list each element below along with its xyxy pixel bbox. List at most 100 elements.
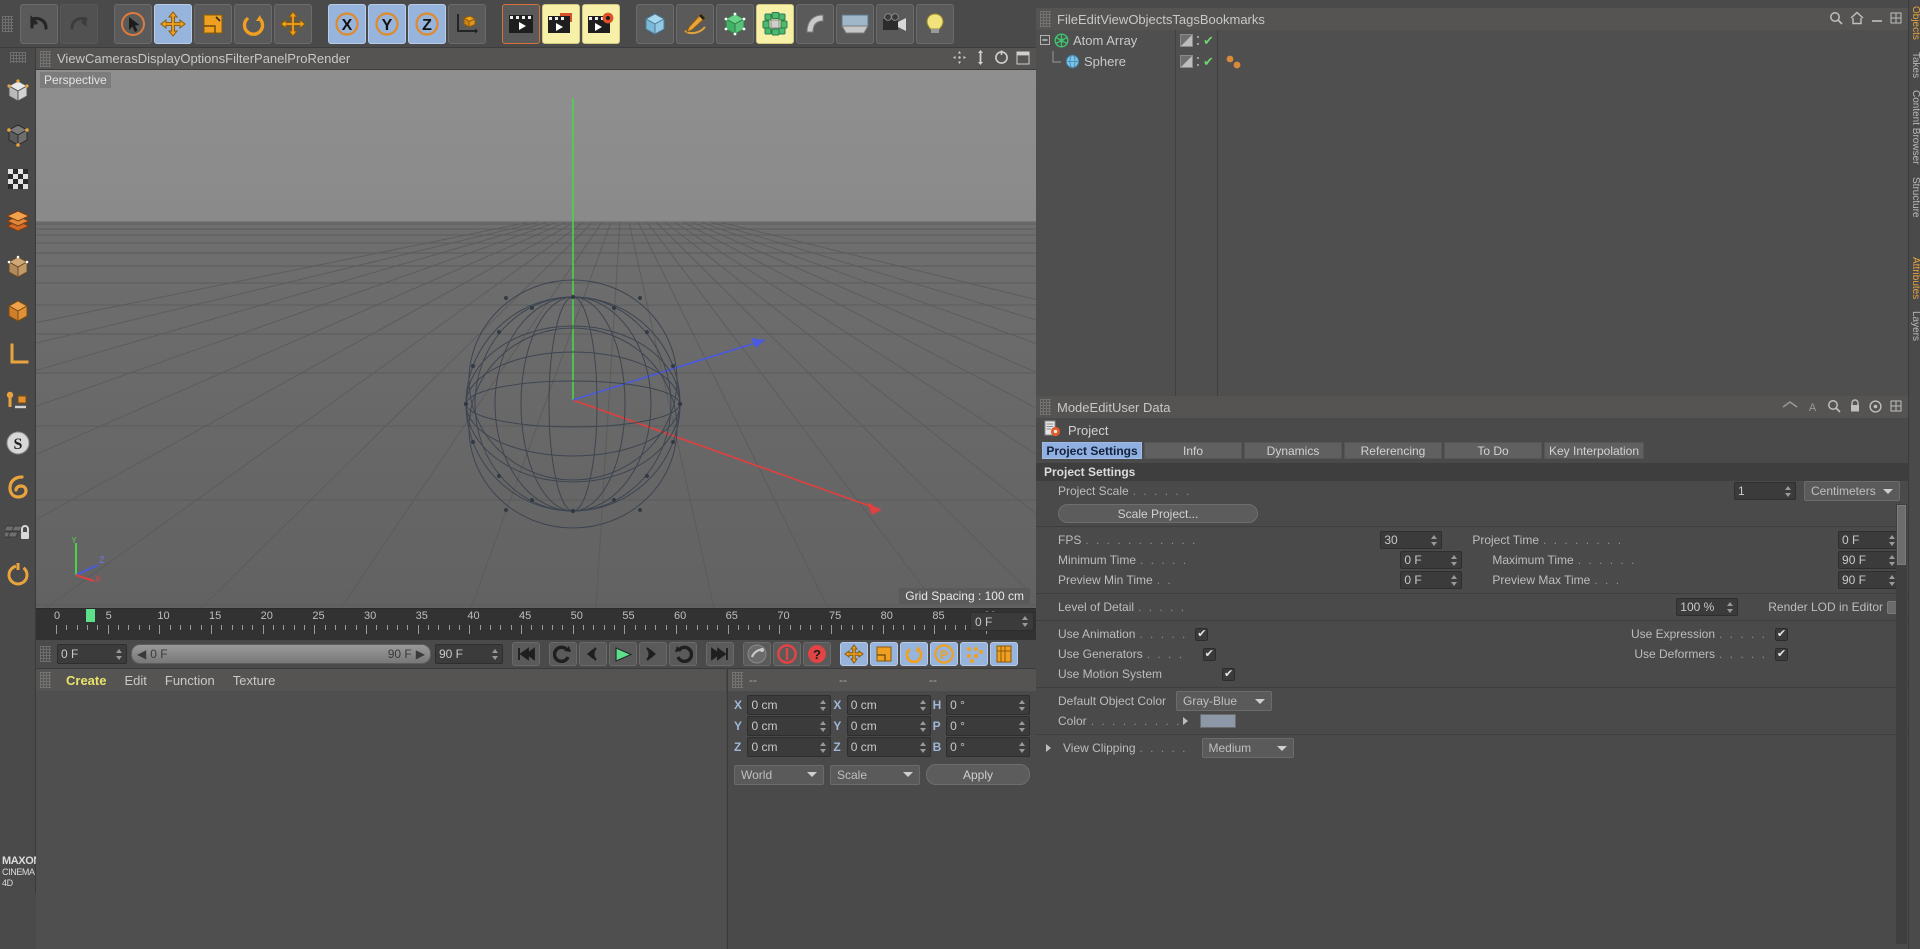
coordinate-mode-select[interactable]: Scale: [830, 764, 920, 785]
level-of-detail-input[interactable]: 100 %: [1676, 598, 1739, 616]
use-generators-checkbox[interactable]: ✔: [1202, 647, 1216, 661]
spinner-icon[interactable]: [1018, 699, 1026, 712]
add-cube-button[interactable]: [636, 3, 674, 44]
enable-axis-button[interactable]: [1, 377, 35, 421]
workplane-button[interactable]: [1, 333, 35, 377]
object-row-atom-array[interactable]: Atom Array: [1036, 30, 1175, 51]
axis-z-lock-button[interactable]: Z: [408, 3, 446, 44]
pan-icon[interactable]: [952, 50, 967, 68]
maximize-icon[interactable]: [1890, 12, 1902, 27]
spinner-icon[interactable]: [919, 741, 927, 754]
search-icon[interactable]: [1827, 399, 1841, 416]
current-frame-input[interactable]: 0 F: [57, 644, 127, 664]
coordinates-gripper[interactable]: [732, 672, 743, 688]
expand-triangle-icon[interactable]: [1182, 717, 1188, 725]
material-list[interactable]: [36, 691, 726, 949]
enable-check-icon[interactable]: ✔: [1203, 55, 1214, 68]
apply-button[interactable]: Apply: [926, 764, 1030, 785]
display-tag-icon[interactable]: [1180, 55, 1193, 68]
range-right-arrow-icon[interactable]: ▶: [416, 647, 425, 661]
snap-toggle-button[interactable]: S: [1, 421, 35, 465]
maximize-icon[interactable]: [1890, 400, 1902, 415]
scrollbar-thumb[interactable]: [1897, 505, 1906, 565]
use-deformers-checkbox[interactable]: ✔: [1775, 647, 1788, 661]
object-row-sphere[interactable]: Sphere: [1036, 51, 1175, 72]
live-selection-button[interactable]: [114, 3, 152, 44]
viewport-menu-options[interactable]: Options: [180, 51, 225, 66]
viewport-menu-prorender[interactable]: ProRender: [287, 51, 350, 66]
axis-x-lock-button[interactable]: X: [328, 3, 366, 44]
spinner-icon[interactable]: [1889, 534, 1896, 547]
toolbar-gripper[interactable]: [2, 15, 13, 32]
rotate-view-icon[interactable]: [994, 50, 1009, 68]
spinner-icon[interactable]: [820, 741, 827, 754]
spinner-icon[interactable]: [919, 720, 927, 733]
spinner-icon[interactable]: [820, 720, 827, 733]
workplane-rotate-button[interactable]: [1, 553, 35, 597]
minimum-time-input[interactable]: 0 F: [1400, 551, 1463, 569]
keyframe-selection-button[interactable]: ?: [803, 642, 831, 666]
scale-key-button[interactable]: [870, 642, 898, 666]
add-deformer-button[interactable]: [796, 3, 834, 44]
spinner-icon[interactable]: [1785, 485, 1792, 498]
world-object-axis-button[interactable]: [448, 3, 486, 44]
move-duplicate-button[interactable]: [274, 3, 312, 44]
goto-end-button[interactable]: [706, 642, 734, 666]
model-mode-button[interactable]: [1, 113, 35, 157]
coord-rot-b-input[interactable]: 0 °: [946, 737, 1030, 757]
project-time-input[interactable]: 0 F: [1838, 531, 1900, 549]
undo-button[interactable]: [20, 3, 58, 44]
coordinate-system-select[interactable]: World: [734, 764, 824, 785]
rotate-tool-button[interactable]: [234, 3, 272, 44]
spinner-icon[interactable]: [1889, 554, 1896, 567]
object-menu-edit[interactable]: Edit: [1078, 12, 1100, 27]
color-swatch[interactable]: [1199, 714, 1236, 728]
dock-tab-objects[interactable]: Objects: [1909, 0, 1920, 46]
object-menu-bookmarks[interactable]: Bookmarks: [1200, 12, 1265, 27]
spinner-icon[interactable]: [1022, 615, 1029, 628]
visibility-dots-icon[interactable]: [1196, 34, 1200, 47]
expand-triangle-icon[interactable]: [1046, 744, 1051, 752]
display-tag-icon[interactable]: [1180, 34, 1193, 47]
make-editable-button[interactable]: [1, 69, 35, 113]
tab-key-interpolation[interactable]: Key Interpolation: [1544, 442, 1644, 459]
object-menu-tags[interactable]: Tags: [1172, 12, 1199, 27]
render-region-button[interactable]: [542, 3, 580, 44]
polygons-mode-button[interactable]: [1, 289, 35, 333]
use-animation-checkbox[interactable]: ✔: [1195, 627, 1209, 641]
project-scale-input[interactable]: 1: [1734, 482, 1796, 500]
coord-size-y-input[interactable]: 0 cm: [846, 716, 931, 736]
object-menu-objects[interactable]: Objects: [1128, 12, 1172, 27]
search-icon[interactable]: [1829, 11, 1843, 28]
timeline-playhead[interactable]: [86, 609, 95, 622]
spinner-icon[interactable]: [492, 648, 499, 661]
spinner-icon[interactable]: [820, 699, 827, 712]
timeline-ruler[interactable]: 051015202530354045505560657075808590 0 F: [36, 608, 1036, 640]
timeline-toggle-button[interactable]: [990, 642, 1018, 666]
tab-info[interactable]: Info: [1144, 442, 1242, 459]
left-toolbar-gripper[interactable]: [9, 52, 26, 63]
object-tree[interactable]: Atom Array Sphere ✔ ✔: [1036, 30, 1908, 396]
render-view-button[interactable]: [502, 3, 540, 44]
add-array-button[interactable]: [756, 3, 794, 44]
dock-tab-content-browser[interactable]: Content Browser: [1909, 84, 1920, 170]
minimize-icon[interactable]: [1871, 12, 1883, 27]
tab-project-settings[interactable]: Project Settings: [1042, 442, 1142, 459]
autokeying-button[interactable]: [773, 642, 801, 666]
prev-keyframe-button[interactable]: [549, 642, 577, 666]
position-key-button[interactable]: [840, 642, 868, 666]
texture-mode-button[interactable]: [1, 157, 35, 201]
home-icon[interactable]: [1850, 11, 1864, 28]
attribute-menu-edit[interactable]: Edit: [1090, 400, 1112, 415]
material-menu-function[interactable]: Function: [156, 671, 224, 690]
add-light-button[interactable]: [916, 3, 954, 44]
atom-tag-icon[interactable]: [1224, 54, 1246, 70]
project-scale-unit-select[interactable]: Centimeters: [1804, 481, 1900, 501]
timeline-current-frame-field[interactable]: 0 F: [970, 612, 1034, 631]
enable-check-icon[interactable]: ✔: [1203, 34, 1214, 47]
add-spline-button[interactable]: [676, 3, 714, 44]
object-menu-view[interactable]: View: [1100, 12, 1128, 27]
material-manager-gripper[interactable]: [40, 672, 51, 688]
expand-collapse-icon[interactable]: [1040, 35, 1051, 46]
spinner-icon[interactable]: [1727, 601, 1734, 614]
